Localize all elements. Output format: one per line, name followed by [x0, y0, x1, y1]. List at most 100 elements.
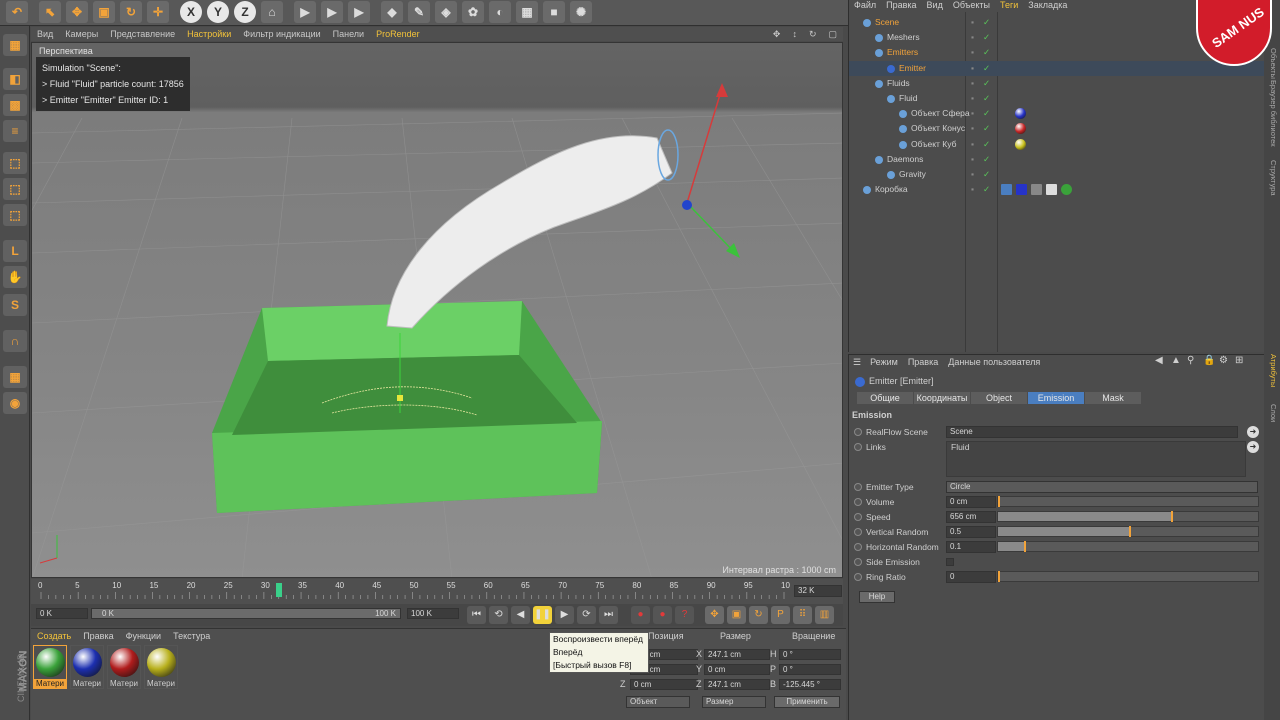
- rotation-field[interactable]: 0 °: [779, 664, 841, 675]
- side-tab[interactable]: Слои: [1269, 404, 1278, 422]
- material-menu-item[interactable]: Функции: [120, 631, 167, 641]
- visibility-toggle[interactable]: ▪: [971, 61, 974, 76]
- coord-icon[interactable]: ⌂: [261, 1, 283, 23]
- object-row[interactable]: Gravity ▪ ✓: [849, 167, 1265, 182]
- attr-tab[interactable]: Общие: [857, 392, 913, 404]
- cube-mode-icon[interactable]: ◧: [3, 68, 27, 90]
- edges-icon[interactable]: ⬚: [3, 204, 27, 226]
- rotation-field[interactable]: 0 °: [779, 649, 841, 660]
- param-value-field[interactable]: 656 cm: [946, 511, 996, 523]
- attr-tab[interactable]: Emission: [1028, 392, 1084, 404]
- scene-icon[interactable]: ◐: [489, 1, 511, 23]
- floor-icon[interactable]: ▦: [516, 1, 538, 23]
- param-slider[interactable]: [997, 511, 1259, 522]
- object-menu-item[interactable]: Объекты: [948, 0, 995, 12]
- scale-icon[interactable]: ▣: [93, 1, 115, 23]
- go-end-icon[interactable]: ⏭: [599, 606, 618, 624]
- viewport-menu-item[interactable]: Фильтр индикации: [237, 29, 326, 39]
- prev-key-icon[interactable]: ⟲: [489, 606, 508, 624]
- check-icon[interactable]: ✓: [983, 182, 990, 197]
- move-view-icon[interactable]: ✥: [767, 29, 787, 40]
- object-row[interactable]: Daemons ▪ ✓: [849, 152, 1265, 167]
- slider-knob[interactable]: [1170, 511, 1173, 522]
- attr-menu-item[interactable]: Данные пользователя: [943, 357, 1045, 368]
- anim-dot[interactable]: [854, 513, 862, 521]
- check-icon[interactable]: ✓: [983, 152, 990, 167]
- param-value-field[interactable]: 0: [946, 571, 996, 583]
- record-icon[interactable]: ●: [631, 606, 650, 624]
- slider-knob[interactable]: [998, 571, 1000, 582]
- rotate-view-icon[interactable]: ↻: [803, 29, 823, 40]
- y-axis-icon[interactable]: Y: [207, 1, 229, 23]
- param-value-field[interactable]: 0.1: [946, 541, 996, 553]
- model-icon[interactable]: ⬚: [3, 152, 27, 174]
- realflow-scene-field[interactable]: Scene: [946, 426, 1238, 438]
- anim-dot[interactable]: [854, 543, 862, 551]
- param-slider[interactable]: [997, 541, 1259, 552]
- object-row[interactable]: Emitter ▪ ✓: [849, 60, 1265, 76]
- position-field[interactable]: 0 cm: [630, 679, 698, 690]
- lock-icon[interactable]: 🔒: [1203, 355, 1215, 366]
- object-row[interactable]: Fluid ▪ ✓: [849, 91, 1265, 106]
- object-menu-item[interactable]: Закладка: [1023, 0, 1072, 12]
- object-row[interactable]: Объект Сфера ▪ ✓: [849, 106, 1265, 121]
- param-slider[interactable]: [997, 571, 1259, 582]
- object-tag-icon[interactable]: [1031, 184, 1042, 196]
- scale-key-icon[interactable]: ▣: [727, 606, 746, 624]
- visibility-toggle[interactable]: ▪: [971, 76, 974, 91]
- check-icon[interactable]: ✓: [983, 137, 990, 152]
- side-tab[interactable]: Объекты: [1269, 48, 1278, 79]
- visibility-toggle[interactable]: ▪: [971, 167, 974, 182]
- viewport-3d[interactable]: Перспектива Simulation "Scene": > Fluid "…: [31, 42, 843, 578]
- check-icon[interactable]: ✓: [983, 15, 990, 30]
- play-forward-icon[interactable]: ❚❚: [533, 606, 552, 624]
- object-row[interactable]: Объект Конус ▪ ✓: [849, 121, 1265, 136]
- object-row[interactable]: Fluids ▪ ✓: [849, 76, 1265, 91]
- range-slider[interactable]: 0 K 100 K: [91, 608, 401, 619]
- expand-icon[interactable]: ⊞: [1235, 355, 1243, 366]
- viewport-menu-item[interactable]: ProRender: [370, 29, 426, 39]
- check-icon[interactable]: ✓: [983, 61, 990, 76]
- anim-dot[interactable]: [854, 573, 862, 581]
- object-tag-icon[interactable]: [1016, 184, 1027, 196]
- attr-tab[interactable]: Object: [971, 392, 1027, 404]
- axis-icon[interactable]: L: [3, 240, 27, 262]
- dots-key-icon[interactable]: ⠿: [793, 606, 812, 624]
- timeline-icon[interactable]: ▥: [815, 606, 834, 624]
- material-tag-icon[interactable]: [1015, 138, 1026, 150]
- move-key-icon[interactable]: ✥: [705, 606, 724, 624]
- side-tab[interactable]: Браузер библиотек: [1269, 80, 1278, 147]
- anim-dot[interactable]: [854, 498, 862, 506]
- select-icon[interactable]: ⬉: [39, 1, 61, 23]
- render-settings-icon[interactable]: ▶: [348, 1, 370, 23]
- visibility-toggle[interactable]: ▪: [971, 15, 974, 30]
- visibility-toggle[interactable]: ▪: [971, 152, 974, 167]
- up-icon[interactable]: ▲: [1171, 355, 1181, 366]
- visibility-toggle[interactable]: ▪: [971, 91, 974, 106]
- check-icon[interactable]: ✓: [983, 167, 990, 182]
- emitter-type-select[interactable]: Circle: [946, 481, 1258, 493]
- rotation-field[interactable]: -125.445 °: [779, 679, 841, 690]
- material-swatch[interactable]: Матери: [144, 645, 178, 689]
- attr-menu-item[interactable]: Режим: [865, 357, 903, 368]
- x-axis-icon[interactable]: X: [180, 1, 202, 23]
- render-view-icon[interactable]: ▶: [321, 1, 343, 23]
- check-icon[interactable]: ✓: [983, 45, 990, 60]
- anim-dot[interactable]: [854, 443, 862, 451]
- next-key-icon[interactable]: ⟳: [577, 606, 596, 624]
- go-start-icon[interactable]: ⏮: [467, 606, 486, 624]
- material-menu-item[interactable]: Текстура: [167, 631, 216, 641]
- deform-icon[interactable]: ✿: [462, 1, 484, 23]
- anim-dot[interactable]: [854, 428, 862, 436]
- object-menu-item[interactable]: Файл: [849, 0, 881, 12]
- object-menu-item[interactable]: Вид: [922, 0, 948, 12]
- material-menu-item[interactable]: Создать: [31, 631, 77, 641]
- attr-tab[interactable]: Mask: [1085, 392, 1141, 404]
- size-field[interactable]: 247.1 cm: [704, 649, 770, 660]
- back-icon[interactable]: ◀: [1155, 355, 1163, 366]
- slider-knob[interactable]: [1024, 541, 1027, 552]
- object-row[interactable]: Коробка ▪ ✓: [849, 182, 1265, 197]
- material-swatch[interactable]: Матери: [107, 645, 141, 689]
- keyframe-help-icon[interactable]: ?: [675, 606, 694, 624]
- visibility-toggle[interactable]: ▪: [971, 106, 974, 121]
